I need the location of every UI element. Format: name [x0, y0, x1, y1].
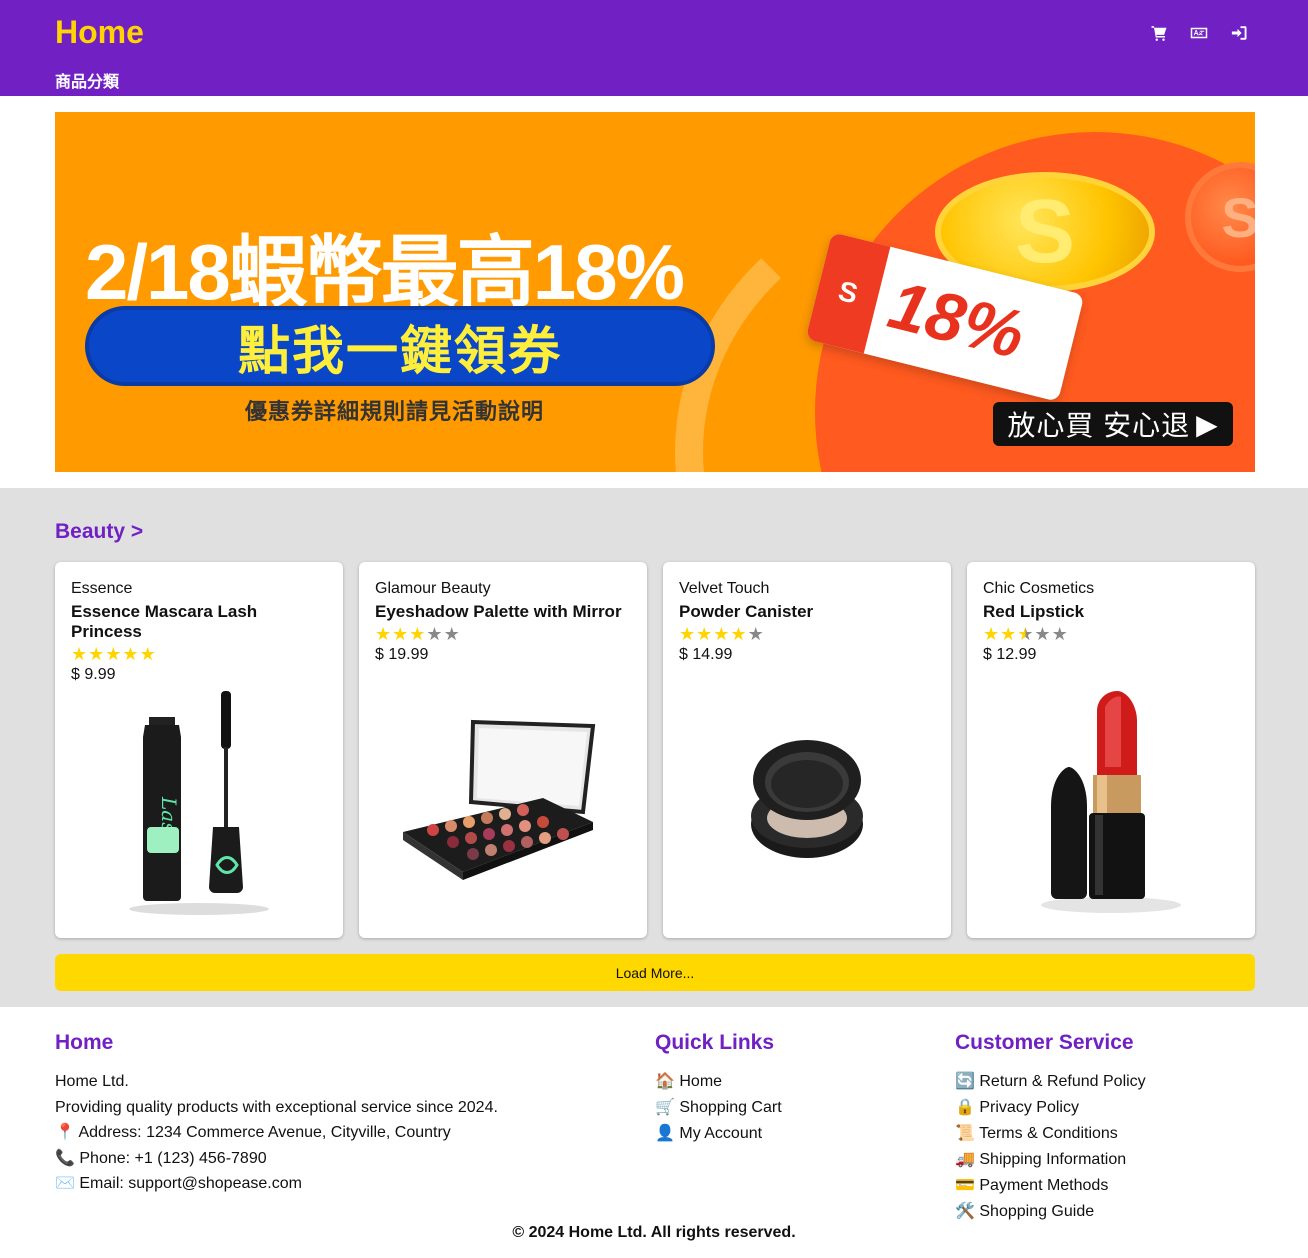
- footer-link-shipping[interactable]: 🚚 Shipping Information: [955, 1147, 1146, 1173]
- star-icon: ★: [1051, 624, 1069, 644]
- banner-section: 2/18蝦幣最高18% 點我一鍵領券 優惠券詳細規則請見活動說明 S S S 1…: [0, 96, 1308, 488]
- star-icon: ★: [983, 624, 1001, 644]
- star-icon: ★: [392, 624, 410, 644]
- footer-link-guide[interactable]: 🛠️ Shopping Guide: [955, 1199, 1146, 1225]
- footer-link-refund[interactable]: 🔄 Return & Refund Policy: [955, 1069, 1146, 1095]
- product-name: Red Lipstick: [983, 602, 1085, 621]
- star-icon: ★: [1034, 624, 1052, 644]
- product-name: Essence Mascara Lash Princess: [71, 602, 258, 641]
- product-card[interactable]: Glamour Beauty Eyeshadow Palette with Mi…: [359, 562, 647, 938]
- product-image: [983, 682, 1239, 922]
- company-phone: 📞 Phone: +1 (123) 456-7890: [55, 1149, 267, 1167]
- header-icons: [1150, 24, 1248, 42]
- star-icon: ★: [730, 624, 748, 644]
- language-icon[interactable]: [1190, 24, 1208, 42]
- star-icon: ★: [409, 624, 427, 644]
- site-header: Home 商品分類: [0, 0, 1308, 96]
- star-rating: ★★★★★: [375, 624, 631, 645]
- brand-logo[interactable]: Home: [55, 14, 144, 51]
- promo-banner[interactable]: 2/18蝦幣最高18% 點我一鍵領券 優惠券詳細規則請見活動說明 S S S 1…: [55, 112, 1255, 472]
- star-rating: ★★★★★: [71, 644, 327, 665]
- footer-brand-title: Home: [55, 1031, 114, 1054]
- product-name: Eyeshadow Palette with Mirror: [375, 602, 622, 621]
- product-brand: Velvet Touch: [679, 580, 770, 597]
- product-price: $ 12.99: [983, 646, 1037, 663]
- star-icon: ★: [443, 624, 461, 644]
- star-icon: ★: [139, 644, 157, 664]
- site-footer: Home Home Ltd. Providing quality product…: [0, 1007, 1308, 1258]
- cart-icon[interactable]: [1150, 24, 1168, 42]
- star-icon: ★: [696, 624, 714, 644]
- play-arrow-icon: ▶: [1196, 408, 1219, 440]
- footer-link-terms[interactable]: 📜 Terms & Conditions: [955, 1121, 1146, 1147]
- product-name: Powder Canister: [679, 602, 814, 621]
- footer-link-home[interactable]: 🏠 Home: [655, 1069, 782, 1095]
- star-rating: ★★★★★: [679, 624, 935, 645]
- star-icon: ★: [426, 624, 444, 644]
- star-icon: ★: [88, 644, 106, 664]
- company-tagline: Providing quality products with exceptio…: [55, 1098, 498, 1116]
- product-price: $ 19.99: [375, 646, 429, 663]
- star-icon: ★: [747, 624, 765, 644]
- product-image: [679, 682, 935, 922]
- star-rating: ★★★★★: [983, 624, 1239, 645]
- section-title[interactable]: Beauty >: [55, 520, 143, 544]
- copyright: © 2024 Home Ltd. All rights reserved.: [512, 1224, 796, 1241]
- products-section: Beauty > Essence Essence Mascara Lash Pr…: [0, 488, 1308, 1007]
- banner-cta-button[interactable]: 點我一鍵領券: [85, 306, 715, 386]
- footer-about: Home Home Ltd. Providing quality product…: [55, 1031, 498, 1197]
- customer-service-title: Customer Service: [955, 1031, 1134, 1054]
- company-address: 📍 Address: 1234 Commerce Avenue, Cityvil…: [55, 1124, 451, 1141]
- product-grid: Essence Essence Mascara Lash Princess ★★…: [55, 562, 1255, 938]
- footer-link-account[interactable]: 👤 My Account: [655, 1121, 782, 1147]
- star-icon: ★: [713, 624, 731, 644]
- safe-buy-badge: 放心買 安心退 ▶: [993, 402, 1233, 446]
- category-link[interactable]: 商品分類: [55, 68, 119, 92]
- star-icon: ★: [1000, 624, 1018, 644]
- safe-buy-label: 放心買 安心退: [1007, 410, 1191, 441]
- product-brand: Essence: [71, 580, 133, 597]
- banner-cta-label: 點我一鍵領券: [237, 322, 562, 381]
- footer-customer-service: Customer Service 🔄 Return & Refund Polic…: [955, 1031, 1146, 1225]
- company-name: Home Ltd.: [55, 1073, 129, 1090]
- ticket-percent: 18%: [881, 266, 1032, 374]
- product-card[interactable]: Chic Cosmetics Red Lipstick ★★★★★ $ 12.9…: [967, 562, 1255, 938]
- footer-link-payment[interactable]: 💳 Payment Methods: [955, 1173, 1146, 1199]
- footer-link-cart[interactable]: 🛒 Shopping Cart: [655, 1095, 782, 1121]
- quick-links-title: Quick Links: [655, 1031, 775, 1054]
- product-image: [375, 682, 631, 922]
- star-icon: ★: [1017, 624, 1035, 644]
- star-icon: ★: [122, 644, 140, 664]
- product-card[interactable]: Essence Essence Mascara Lash Princess ★★…: [55, 562, 343, 938]
- footer-quick-links: Quick Links 🏠 Home 🛒 Shopping Cart 👤 My …: [655, 1031, 782, 1147]
- login-icon[interactable]: [1230, 24, 1248, 42]
- product-card[interactable]: Velvet Touch Powder Canister ★★★★★ $ 14.…: [663, 562, 951, 938]
- footer-link-privacy[interactable]: 🔒 Privacy Policy: [955, 1095, 1146, 1121]
- product-brand: Chic Cosmetics: [983, 580, 1095, 597]
- product-image: Lash: [71, 682, 327, 922]
- product-price: $ 14.99: [679, 646, 733, 663]
- product-brand: Glamour Beauty: [375, 580, 491, 597]
- star-icon: ★: [679, 624, 697, 644]
- load-more-button[interactable]: Load More...: [55, 954, 1255, 991]
- star-icon: ★: [105, 644, 123, 664]
- company-email: ✉️ Email: support@shopease.com: [55, 1175, 302, 1192]
- star-icon: ★: [71, 644, 89, 664]
- star-icon: ★: [375, 624, 393, 644]
- banner-subtext: 優惠券詳細規則請見活動說明: [245, 399, 545, 424]
